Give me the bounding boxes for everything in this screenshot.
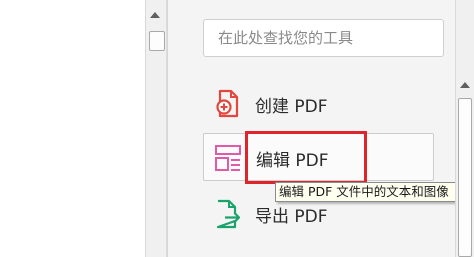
tool-search-input[interactable]: [203, 19, 444, 57]
scroll-thumb[interactable]: [149, 31, 165, 51]
tool-create-pdf[interactable]: 创建 PDF: [203, 80, 434, 128]
create-pdf-icon: [216, 89, 239, 118]
scroll-up-arrow-icon[interactable]: [460, 82, 470, 88]
export-pdf-icon: [216, 199, 241, 229]
document-vertical-scrollbar[interactable]: [145, 0, 167, 257]
tool-create-pdf-label: 创建 PDF: [255, 97, 328, 117]
scroll-thumb[interactable]: [458, 98, 472, 257]
tool-export-pdf-label: 导出 PDF: [255, 207, 328, 227]
highlight-annotation-box: [245, 131, 367, 184]
document-area: [0, 0, 145, 257]
scroll-up-arrow-icon[interactable]: [150, 12, 160, 18]
edit-pdf-tooltip: 编辑 PDF 文件中的文本和图像: [275, 182, 474, 202]
edit-pdf-icon: [215, 145, 241, 171]
tools-panel-scrollbar[interactable]: [455, 0, 474, 257]
